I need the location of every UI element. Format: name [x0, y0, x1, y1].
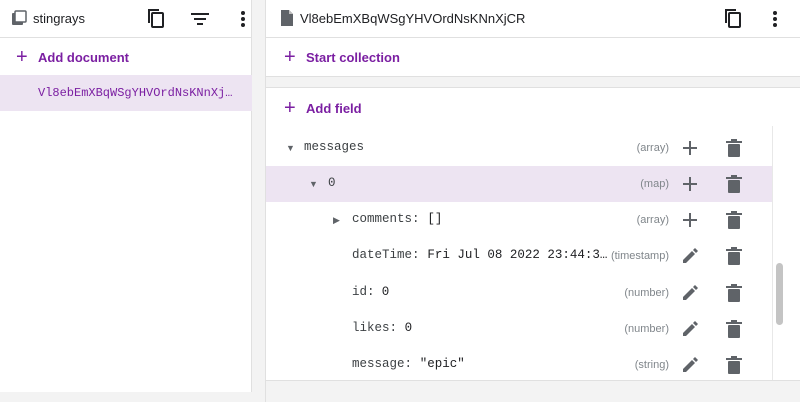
field-row[interactable]: ▼ messages (array) [266, 130, 772, 166]
edit-icon[interactable] [678, 353, 702, 377]
field-type: (array) [636, 214, 669, 226]
document-icon [280, 9, 294, 27]
field-key: dateTime: [352, 248, 420, 262]
field-value: "epic" [419, 357, 465, 371]
field-key: id: [352, 285, 375, 299]
field-key: message: [352, 357, 413, 371]
caret-right-icon[interactable]: ▶ [333, 215, 340, 226]
add-field-button[interactable]: + Add field [266, 89, 362, 127]
field-row[interactable]: ▶ comments: [] (array) [266, 202, 772, 238]
collection-title: stingrays [33, 11, 86, 26]
plus-icon: + [16, 46, 28, 68]
field-row[interactable]: ▼ 0 (map) [266, 166, 772, 202]
edit-icon[interactable] [678, 281, 702, 305]
caret-down-icon[interactable]: ▼ [286, 143, 295, 153]
collection-panel: stingrays + Add document Vl8ebEmXBqWSgYH… [0, 0, 252, 392]
add-document-button[interactable]: + Add document [0, 38, 251, 76]
edit-icon[interactable] [678, 317, 702, 341]
delete-icon[interactable] [722, 317, 746, 341]
add-icon[interactable] [678, 172, 702, 196]
add-icon[interactable] [678, 208, 702, 232]
field-row[interactable]: likes: 0 (number) [266, 311, 772, 347]
copy-icon[interactable] [143, 6, 169, 32]
field-key: likes: [352, 321, 398, 335]
field-type: (number) [624, 287, 669, 299]
caret-down-icon[interactable]: ▼ [309, 179, 318, 189]
filter-icon[interactable] [187, 6, 213, 32]
delete-icon[interactable] [722, 172, 746, 196]
add-document-label: Add document [38, 49, 129, 65]
plus-icon: + [284, 46, 296, 68]
plus-icon: + [284, 97, 296, 119]
field-key: 0 [328, 176, 336, 190]
document-id: Vl8ebEmXBqWSgYHVOrdNsKNnXj… [38, 86, 233, 100]
delete-icon[interactable] [722, 281, 746, 305]
document-title: Vl8ebEmXBqWSgYHVOrdNsKNnXjCR [300, 11, 526, 26]
field-row[interactable]: id: 0 (number) [266, 275, 772, 311]
copy-icon[interactable] [720, 6, 746, 32]
field-type: (map) [640, 178, 669, 190]
delete-icon[interactable] [722, 353, 746, 377]
edit-icon[interactable] [678, 244, 702, 268]
collection-header: stingrays [0, 0, 251, 38]
field-type: (timestamp) [610, 250, 669, 262]
start-collection-button[interactable]: + Start collection [266, 38, 800, 76]
document-header: Vl8ebEmXBqWSgYHVOrdNsKNnXjCR [266, 0, 800, 38]
scrollbar-thumb[interactable] [776, 263, 783, 325]
delete-icon[interactable] [722, 244, 746, 268]
field-value: 0 [404, 321, 413, 335]
delete-icon[interactable] [722, 136, 746, 160]
field-row[interactable]: dateTime: Fri Jul 08 2022 23:44:38… (times… [266, 238, 772, 274]
document-list-item[interactable]: Vl8ebEmXBqWSgYHVOrdNsKNnXj… [0, 75, 252, 111]
field-type: (number) [624, 323, 669, 335]
section-divider [266, 76, 800, 88]
field-value: [] [427, 212, 443, 226]
delete-icon[interactable] [722, 208, 746, 232]
scrollbar-track[interactable] [772, 126, 786, 380]
field-type: (string) [634, 359, 669, 371]
field-key: comments: [352, 212, 420, 226]
document-panel: Vl8ebEmXBqWSgYHVOrdNsKNnXjCR + Start col… [265, 0, 800, 402]
start-collection-label: Start collection [306, 49, 400, 65]
collection-icon [11, 10, 27, 26]
field-key: messages [304, 140, 365, 154]
add-field-label: Add field [306, 100, 362, 116]
field-value: Fri Jul 08 2022 23:44:38… [427, 248, 613, 262]
field-row[interactable]: message: "epic" (string) [266, 347, 772, 380]
more-vert-icon[interactable] [230, 6, 256, 32]
more-vert-icon[interactable] [762, 6, 788, 32]
bottom-divider [266, 380, 800, 402]
field-type: (array) [636, 142, 669, 154]
add-icon[interactable] [678, 136, 702, 160]
field-value: 0 [381, 285, 390, 299]
field-tree: ▼ messages (array) ▼ 0 (map) ▶ comments: [] (arra… [266, 126, 772, 380]
firestore-data-viewer: stingrays + Add document Vl8ebEmXBqWSgYH… [0, 0, 800, 402]
